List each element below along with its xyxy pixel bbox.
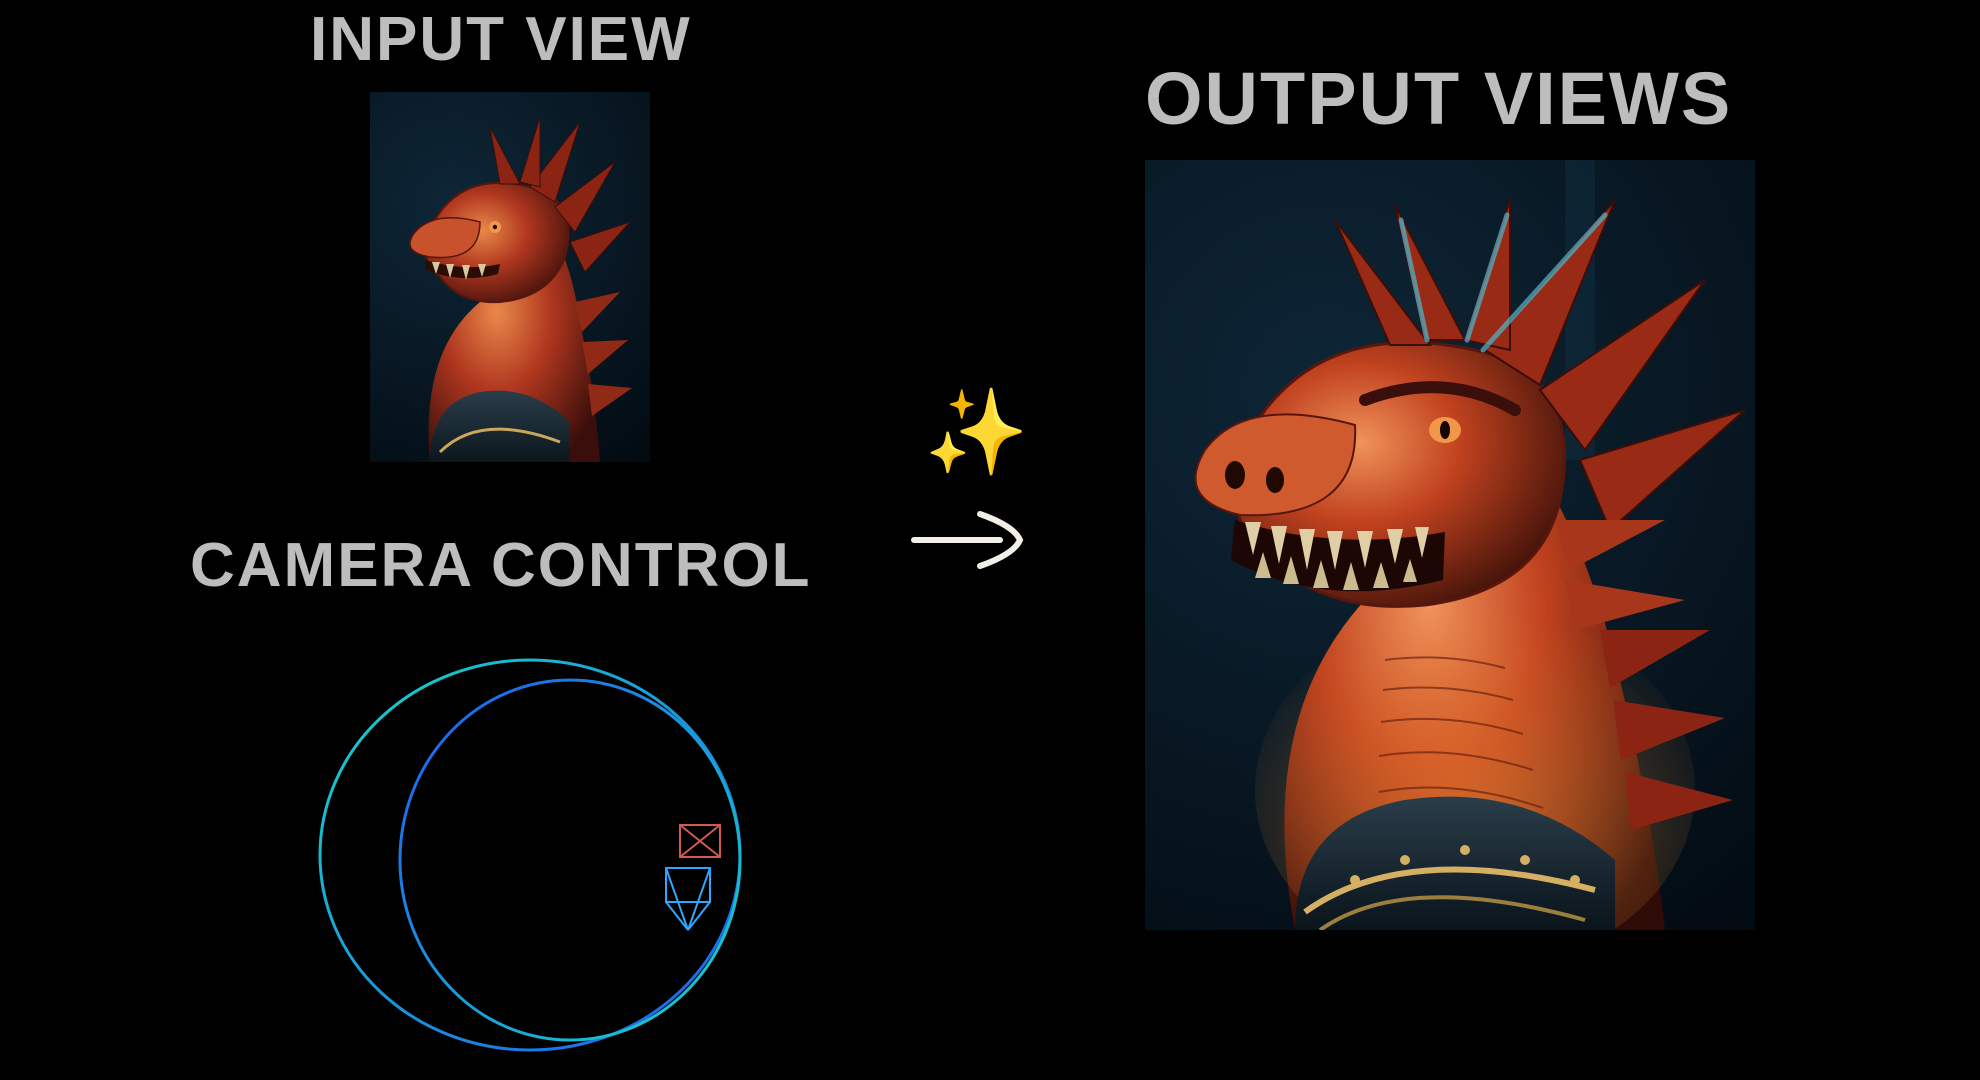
input-view-heading: INPUT VIEW — [310, 4, 692, 75]
camera-frustum-input — [680, 825, 720, 857]
output-views-heading: OUTPUT VIEWS — [1145, 56, 1732, 141]
camera-control-heading: CAMERA CONTROL — [190, 530, 812, 601]
output-view-image — [1145, 160, 1755, 930]
arrow-icon — [910, 500, 1030, 570]
camera-frustum-output — [666, 868, 710, 930]
input-view-image — [370, 92, 650, 462]
camera-control-diagram — [310, 630, 780, 1070]
sparkles-icon: ✨ — [924, 390, 1029, 474]
